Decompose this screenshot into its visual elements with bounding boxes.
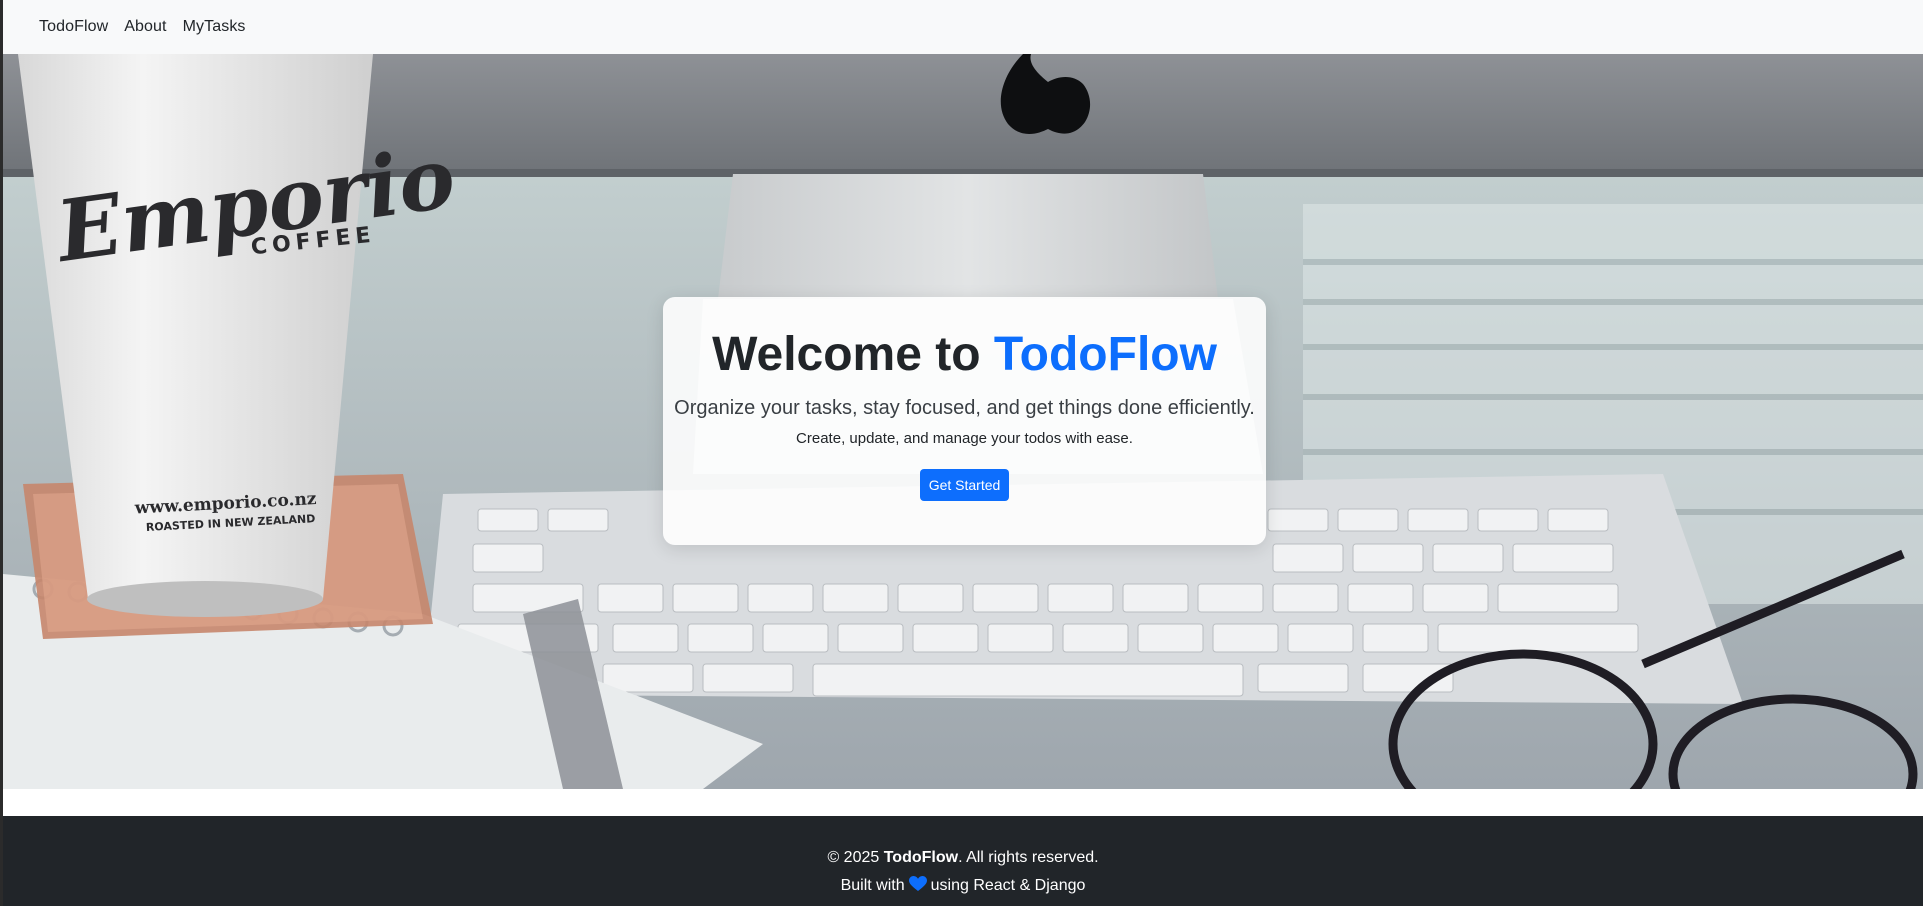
copyright-prefix: © 2025 — [827, 849, 884, 866]
hero-title: Welcome to TodoFlow — [663, 327, 1266, 383]
copyright-suffix: . All rights reserved. — [958, 849, 1099, 866]
nav-link-mytasks[interactable]: MyTasks — [183, 18, 246, 36]
nav-brand-link[interactable]: TodoFlow — [39, 18, 108, 36]
hero-sub-text: Create, update, and manage your todos wi… — [796, 430, 1133, 447]
welcome-card: Welcome to TodoFlow Organize your tasks,… — [663, 297, 1266, 545]
window-edge — [0, 0, 3, 906]
hero-section: Emporio COFFEE www.emporio.co.nz ROASTED… — [3, 54, 1923, 789]
built-with-suffix: using React & Django — [930, 877, 1086, 894]
footer-built-with: Built with using React & Django — [3, 872, 1923, 900]
footer-copyright: © 2025 TodoFlow. All rights reserved. — [3, 844, 1923, 872]
hero-lead-text: Organize your tasks, stay focused, and g… — [674, 397, 1255, 419]
nav-link-about[interactable]: About — [124, 18, 166, 36]
get-started-button[interactable]: Get Started — [919, 469, 1010, 501]
footer: © 2025 TodoFlow. All rights reserved. Bu… — [3, 816, 1923, 906]
heart-icon — [908, 874, 927, 891]
hero-title-prefix: Welcome to — [712, 328, 994, 381]
page: TodoFlow About MyTasks Emporio COFFEE ww… — [0, 0, 1923, 906]
built-with-prefix: Built with — [840, 877, 905, 894]
hero-title-brand: TodoFlow — [993, 328, 1217, 381]
navbar: TodoFlow About MyTasks — [3, 0, 1923, 54]
copyright-brand: TodoFlow — [883, 849, 959, 866]
